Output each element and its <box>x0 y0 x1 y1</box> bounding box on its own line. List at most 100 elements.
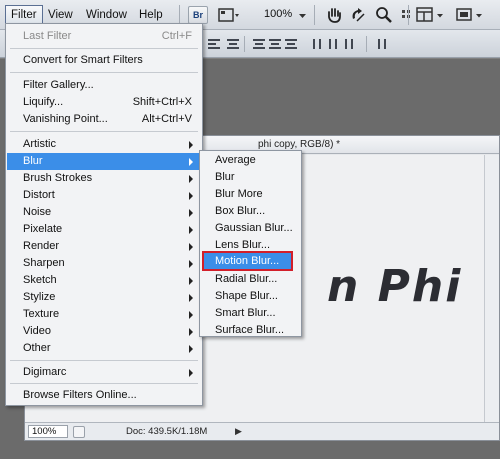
menu-item-stylize[interactable]: Stylize <box>7 289 201 306</box>
submenu-item-box-blur[interactable]: Box Blur... <box>201 203 300 220</box>
submenu-item-average[interactable]: Average <box>201 152 300 169</box>
zoom-dropdown-icon[interactable] <box>299 6 307 24</box>
menu-item-label: Texture <box>23 308 60 320</box>
hand-tool-icon[interactable] <box>325 6 343 24</box>
menu-item-label: Browse Filters Online... <box>23 389 137 401</box>
vertical-scrollbar[interactable] <box>484 155 499 423</box>
arrange-documents-icon[interactable] <box>416 6 446 24</box>
menu-item-shortcut: Alt+Ctrl+V <box>141 113 192 125</box>
submenu-item-label: Surface Blur... <box>215 324 285 336</box>
view-extras-icon[interactable] <box>217 6 241 24</box>
menu-item-label: Last Filter <box>23 30 72 42</box>
submenu-item-label: Average <box>215 154 256 166</box>
submenu-arrow-icon <box>189 158 193 166</box>
status-arrow-icon[interactable]: ▶ <box>235 426 242 437</box>
menu-window[interactable]: Window <box>82 7 131 24</box>
submenu-item-label: Box Blur... <box>215 205 266 217</box>
menu-item-label: Other <box>23 342 51 354</box>
submenu-arrow-icon <box>189 141 193 149</box>
submenu-item-shape-blur[interactable]: Shape Blur... <box>201 288 300 305</box>
menu-help[interactable]: Help <box>135 7 167 24</box>
canvas-text: n Phi <box>327 261 463 312</box>
distribute-left-icon[interactable] <box>311 38 325 50</box>
submenu-item-blur[interactable]: Blur <box>201 169 300 186</box>
distribute-middle-icon[interactable] <box>268 38 282 50</box>
menu-item-other[interactable]: Other <box>7 340 201 357</box>
submenu-arrow-icon <box>189 243 193 251</box>
screen-mode-icon[interactable] <box>455 6 485 24</box>
menu-separator <box>10 383 198 384</box>
menu-item-video[interactable]: Video <box>7 323 201 340</box>
menu-item-label: Convert for Smart Filters <box>23 54 143 66</box>
bridge-button[interactable]: Br <box>188 6 208 24</box>
menu-item-label: Digimarc <box>23 366 67 378</box>
submenu-item-label: Gaussian Blur... <box>215 222 293 234</box>
menu-separator <box>10 48 198 49</box>
submenu-arrow-icon <box>189 369 193 377</box>
zoom-tool-icon[interactable] <box>375 6 393 24</box>
status-menu-icon[interactable] <box>73 426 85 438</box>
menu-item-blur[interactable]: Blur <box>7 153 201 170</box>
menu-item-liquify[interactable]: Liquify... Shift+Ctrl+X <box>7 94 201 111</box>
submenu-item-label: Blur <box>215 171 235 183</box>
menu-item-distort[interactable]: Distort <box>7 187 201 204</box>
submenu-arrow-icon <box>189 345 193 353</box>
submenu-item-blur-more[interactable]: Blur More <box>201 186 300 203</box>
menu-item-convert-smart-filters[interactable]: Convert for Smart Filters <box>7 52 201 69</box>
menu-item-digimarc[interactable]: Digimarc <box>7 364 201 381</box>
zoom-field[interactable]: 100% <box>28 425 68 438</box>
menu-item-texture[interactable]: Texture <box>7 306 201 323</box>
menu-separator <box>10 131 198 132</box>
submenu-item-gaussian-blur[interactable]: Gaussian Blur... <box>201 220 300 237</box>
menu-item-label: Stylize <box>23 291 56 303</box>
distribute-bottom-icon[interactable] <box>284 38 298 50</box>
distribute-right-icon[interactable] <box>343 38 357 50</box>
filter-menu: Last Filter Ctrl+F Convert for Smart Fil… <box>5 23 203 406</box>
menu-item-render[interactable]: Render <box>7 238 201 255</box>
submenu-arrow-icon <box>189 192 193 200</box>
menu-filter[interactable]: Filter <box>5 5 43 25</box>
menu-item-label: Artistic <box>23 138 56 150</box>
submenu-arrow-icon <box>189 311 193 319</box>
distribute-top-icon[interactable] <box>252 38 266 50</box>
menu-item-label: Noise <box>23 206 52 218</box>
menu-item-browse-filters-online[interactable]: Browse Filters Online... <box>7 387 201 404</box>
menu-item-label: Video <box>23 325 51 337</box>
menu-item-artistic[interactable]: Artistic <box>7 136 201 153</box>
submenu-arrow-icon <box>189 294 193 302</box>
menu-item-label: Render <box>23 240 60 252</box>
submenu-item-label: Smart Blur... <box>215 307 276 319</box>
menu-item-pixelate[interactable]: Pixelate <box>7 221 201 238</box>
submenu-item-label: Radial Blur... <box>215 273 278 285</box>
submenu-item-label: Motion Blur... <box>215 255 280 267</box>
menu-item-noise[interactable]: Noise <box>7 204 201 221</box>
menu-item-label: Blur <box>23 155 43 167</box>
submenu-item-label: Shape Blur... <box>215 290 278 302</box>
submenu-arrow-icon <box>189 226 193 234</box>
menu-item-sharpen[interactable]: Sharpen <box>7 255 201 272</box>
distribute-hcenter-icon[interactable] <box>327 38 341 50</box>
submenu-arrow-icon <box>189 277 193 285</box>
extras-grid-icon[interactable] <box>400 6 414 24</box>
rotate-view-icon[interactable] <box>349 6 367 24</box>
auto-align-icon[interactable] <box>376 38 390 50</box>
zoom-level[interactable]: 100% <box>264 8 292 20</box>
toolbar-separator <box>179 5 180 25</box>
menu-item-sketch[interactable]: Sketch <box>7 272 201 289</box>
align-left-icon[interactable] <box>207 38 221 50</box>
menu-item-brush-strokes[interactable]: Brush Strokes <box>7 170 201 187</box>
document-title: phi copy, RGB/8) * <box>258 139 341 150</box>
align-center-icon[interactable] <box>226 38 240 50</box>
menu-view[interactable]: View <box>44 7 77 24</box>
submenu-item-surface-blur[interactable]: Surface Blur... <box>201 322 300 339</box>
menu-item-vanishing-point[interactable]: Vanishing Point... Alt+Ctrl+V <box>7 111 201 128</box>
submenu-item-radial-blur[interactable]: Radial Blur... <box>201 271 300 288</box>
menu-item-last-filter: Last Filter Ctrl+F <box>7 28 201 45</box>
status-bar: 100% Doc: 439.5K/1.18M ▶ <box>25 422 499 440</box>
menu-item-label: Sketch <box>23 274 57 286</box>
submenu-item-smart-blur[interactable]: Smart Blur... <box>201 305 300 322</box>
submenu-item-motion-blur[interactable]: Motion Blur... <box>202 251 293 271</box>
menu-item-label: Pixelate <box>23 223 63 235</box>
menu-item-filter-gallery[interactable]: Filter Gallery... <box>7 77 201 94</box>
blur-submenu: Average Blur Blur More Box Blur... Gauss… <box>199 150 302 337</box>
